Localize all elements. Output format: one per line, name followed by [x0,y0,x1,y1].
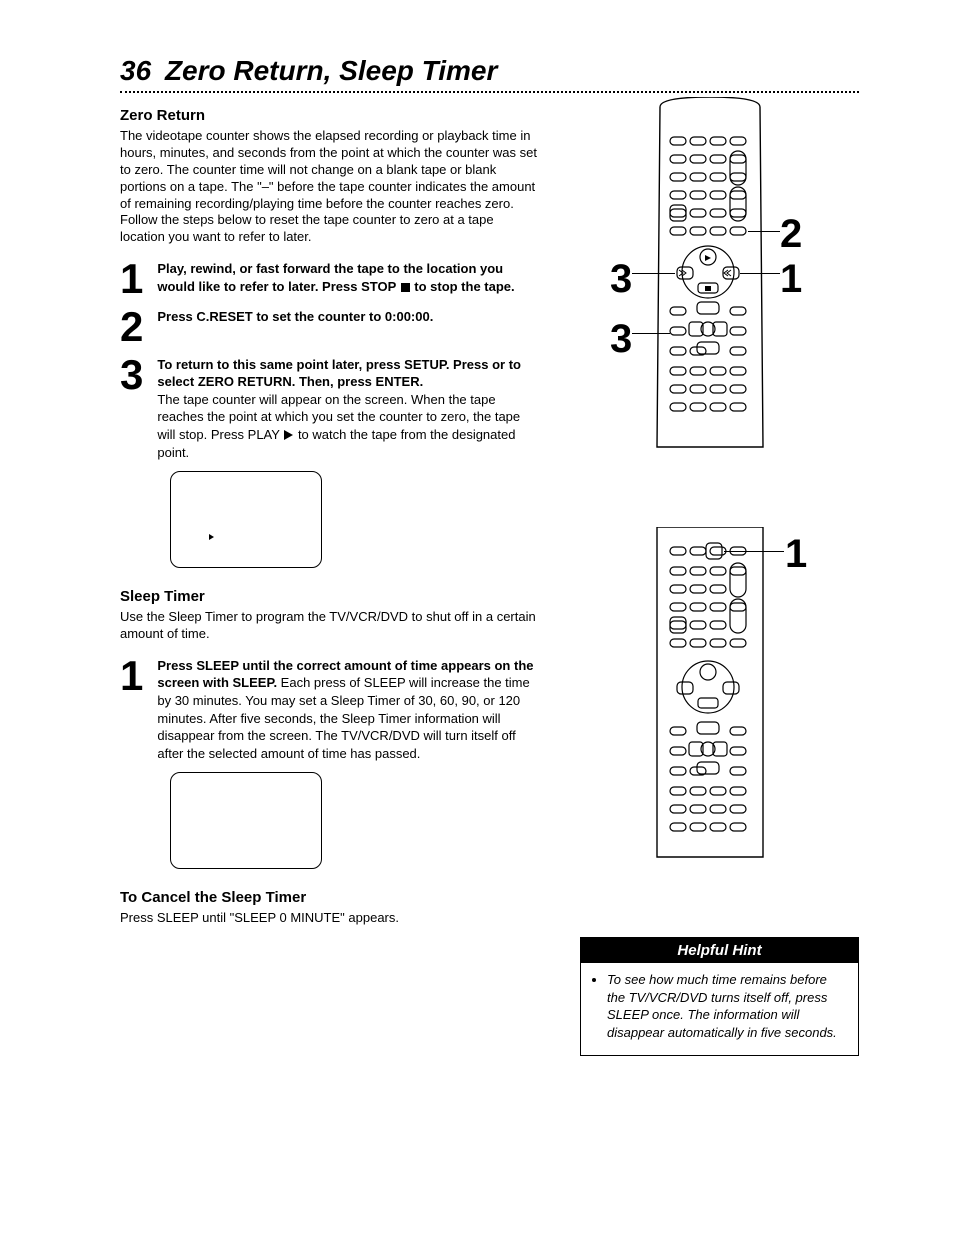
callout-3b: 3 [610,317,632,362]
step-number: 1 [120,260,143,298]
play-icon [284,430,293,440]
lead-line [740,273,780,274]
callout-1: 1 [780,257,802,302]
page-title: 36 Zero Return, Sleep Timer [120,55,859,87]
page-number: 36 [120,55,151,86]
remote-illustration-1: 2 1 3 3 [580,97,840,457]
lead-line [632,273,675,274]
remote-svg [580,527,840,867]
separator [120,91,859,93]
tv-screen-illustration [170,471,322,568]
zero-return-step-2: 2 Press C.RESET to set the counter to 0:… [120,308,540,346]
step-text-b: to stop the tape. [411,279,515,294]
zero-return-intro: The videotape counter shows the elapsed … [120,128,540,246]
zero-return-step-1: 1 Play, rewind, or fast forward the tape… [120,260,540,298]
step-number: 1 [120,657,143,762]
step-text: Press C.RESET to set the counter to 0:00… [157,309,433,324]
lead-line [748,231,780,232]
zero-return-heading: Zero Return [120,107,540,124]
tv-screen-illustration-2 [170,772,322,869]
callout-sleep-1: 1 [785,532,807,577]
stop-icon [401,283,410,292]
helpful-hint-box: Helpful Hint To see how much time remain… [580,937,859,1056]
helpful-hint-body: To see how much time remains before the … [607,971,846,1041]
remote-illustration-2: 1 [580,527,840,867]
sleep-timer-heading: Sleep Timer [120,588,540,605]
cancel-sleep-body: Press SLEEP until "SLEEP 0 MINUTE" appea… [120,910,540,927]
step-number: 2 [120,308,143,346]
step-number: 3 [120,356,143,461]
lead-line [724,551,784,552]
sleep-timer-intro: Use the Sleep Timer to program the TV/VC… [120,609,540,643]
lead-line [632,333,670,334]
cancel-sleep-heading: To Cancel the Sleep Timer [120,889,540,906]
step-text: To return to this same point later, pres… [157,357,521,390]
sleep-timer-step-1: 1 Press SLEEP until the correct amount o… [120,657,540,762]
callout-3a: 3 [610,257,632,302]
zero-return-step-3: 3 To return to this same point later, pr… [120,356,540,461]
callout-2: 2 [780,212,802,257]
page-title-text: Zero Return, Sleep Timer [165,55,497,86]
helpful-hint-title: Helpful Hint [581,938,858,963]
play-indicator-icon [209,534,214,540]
